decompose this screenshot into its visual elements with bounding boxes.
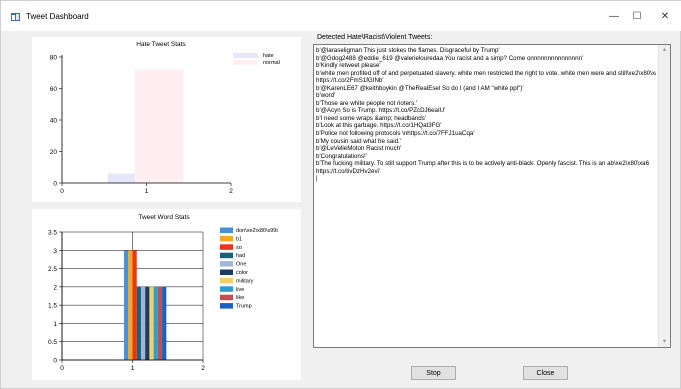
tweets-scrollbar[interactable]: ▲ ▼ [658, 45, 670, 347]
tweet-line: b'word' [316, 92, 336, 100]
tweet-line: b'@laraseligman This just stokes the fla… [316, 47, 500, 54]
y-tick-label: 0.5 [48, 339, 57, 346]
legend-swatch-normal [233, 60, 258, 65]
legend-label: live [236, 287, 244, 293]
hate-tweet-stats-svg: Hate Tweet Stats 0 20 40 60 80 0 1 2 hatenormal [50, 41, 280, 195]
title-bar: Tweet Dashboard — ☐ ✕ [1, 1, 681, 31]
y-tick-label: 2.5 [48, 266, 57, 273]
bar-5 [145, 286, 150, 360]
y-tick-label: 60 [50, 86, 58, 93]
legend-label: military [236, 278, 254, 284]
tweet-line: b'The fucking military. To still support… [316, 160, 650, 168]
y-tick-label: 3.5 [48, 230, 57, 237]
tweet-line: b'white men profited off of and perpetua… [316, 69, 656, 77]
y-tick-label: 3 [53, 248, 57, 255]
hate-tweet-stats-chart: Hate Tweet Stats 0 20 40 60 80 0 1 2 hate normal [32, 37, 301, 202]
legend-swatch [220, 303, 233, 309]
y-tick-label: 80 [50, 55, 58, 62]
y-tick-label: 1.5 [48, 303, 57, 310]
tweet-line: b'Police not following protocols \nhttps… [316, 130, 475, 138]
x-tick-label: 2 [229, 188, 233, 195]
x-tick-label: 2 [201, 365, 205, 372]
tweet-line: b'@Acyn So is Trump. https://t.co/PZcDJ6… [316, 107, 446, 115]
bar-0 [124, 250, 129, 360]
bar-normal [134, 69, 184, 183]
chart-title: Tweet Word Stats [138, 214, 190, 221]
tweet-word-stats-svg: Tweet Word Stats 0 0.5 1 1.5 2 2.5 3 3.5 0 1 2 don\x… [48, 214, 278, 372]
bar-4 [140, 286, 146, 360]
tweet-line: b'@Gdog2488 @eddie_619 @valerielouredaa … [316, 54, 584, 62]
legend-label: hate [263, 53, 274, 59]
x-tick-label: 0 [60, 365, 64, 372]
legend-swatch [220, 235, 233, 242]
chart-title: Hate Tweet Stats [136, 41, 186, 48]
legend-label: like [236, 295, 244, 301]
tweet-line: b'Congratulations!' [316, 152, 367, 160]
tweets-group-label: Detected Hate\Racist\Violent Tweets: [317, 34, 433, 41]
tweets-text-content: b'@laraseligman This just stokes the fla… [316, 47, 656, 183]
close-window-button[interactable]: ✕ [648, 1, 681, 31]
legend-swatch [220, 277, 233, 284]
bar-2 [132, 250, 137, 360]
tweets-textbox[interactable]: b'@laraseligman This just stokes the fla… [313, 44, 671, 348]
window-title: Tweet Dashboard [26, 12, 89, 21]
y-tick-label: 0 [53, 358, 57, 365]
legend-swatch-hate [233, 53, 258, 58]
tweet-line: b'@LeVelleMoton Racist much' [316, 145, 402, 153]
legend-swatch [220, 261, 233, 267]
tweet-line: https://t.co/tivDzHv2evi' [316, 167, 381, 175]
maximize-icon: ☐ [632, 10, 642, 22]
legend-label: One [236, 262, 246, 268]
stop-button[interactable]: Stop [411, 366, 456, 380]
tweet-line: b'@KarenLE67 @keithboykin @TheRealEsel S… [316, 84, 524, 92]
bar-3 [136, 286, 141, 360]
tweet-line: b'Those are white people not rioters.' [316, 99, 418, 107]
tweet-line: | [316, 175, 318, 183]
bar-7 [153, 286, 158, 360]
minimize-icon: — [609, 10, 619, 22]
tweet-line: b'My cousin said what he said.' [316, 137, 401, 145]
y-tick-label: 0 [53, 181, 57, 188]
scroll-up-icon[interactable]: ▲ [659, 45, 670, 55]
bar-6 [149, 286, 154, 360]
legend-swatch [220, 244, 233, 250]
tweet-line: b'Kindly retweet please' [316, 62, 381, 70]
legend-label: normal [263, 60, 280, 66]
legend-swatch [220, 294, 233, 301]
close-button[interactable]: Close [523, 366, 568, 380]
tweet-line: b'Look at this garbage. https://t.co/1HQ… [316, 122, 442, 130]
legend-label: b1 [236, 236, 242, 242]
bar-9 [162, 286, 167, 360]
y-tick-label: 1 [53, 321, 57, 328]
legend-label: color [236, 270, 248, 276]
legend-label: had [236, 253, 245, 259]
legend-label: don\xe2\x80\x99t [236, 228, 278, 234]
legend-label: Trump [236, 304, 252, 310]
x-tick-label: 0 [60, 188, 64, 195]
tweet-line: b'I need some wraps &amp; headbands' [316, 114, 427, 122]
legend-swatch [220, 269, 233, 275]
tweet-word-stats-chart: Tweet Word Stats 0 0.5 1 1.5 2 2.5 3 3.5 0 1 2 don\x… [32, 209, 301, 380]
legend-swatch [220, 227, 233, 233]
y-tick-label: 20 [50, 149, 58, 156]
close-icon: ✕ [660, 10, 670, 22]
x-tick-label: 1 [145, 188, 149, 195]
legend-swatch [220, 286, 233, 292]
app-window: Tweet Dashboard — ☐ ✕ Hate Tweet Stats 0 2… [0, 0, 681, 389]
x-tick-label: 1 [131, 365, 135, 372]
tweet-line: https://t.co/2FmS1fGINb' [316, 77, 384, 85]
app-icon [11, 13, 20, 21]
y-tick-label: 2 [53, 284, 57, 291]
bar-8 [157, 286, 163, 360]
scroll-down-icon[interactable]: ▼ [659, 337, 670, 347]
y-tick-label: 40 [50, 118, 58, 125]
legend-label: so [236, 245, 242, 251]
legend-swatch [220, 252, 233, 259]
bar-1 [128, 250, 133, 360]
